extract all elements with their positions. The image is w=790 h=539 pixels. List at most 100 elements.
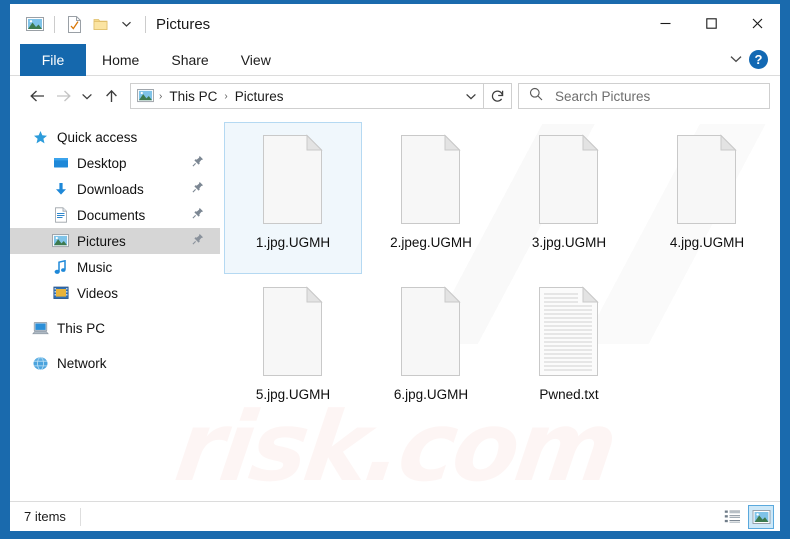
sidebar-item-label: Downloads	[77, 181, 144, 197]
address-bar[interactable]: › This PC › Pictures	[130, 83, 484, 109]
sidebar-item-pictures[interactable]: Pictures	[10, 228, 220, 254]
file-list[interactable]: 1.jpg.UGMH 2.jpeg.UGMH 3.jpg.UGMH 4.jpg.…	[220, 116, 780, 501]
sidebar-item-videos[interactable]: Videos	[10, 280, 220, 306]
downloads-icon	[52, 181, 69, 198]
address-bar-row: › This PC › Pictures Search Pictures	[10, 76, 780, 116]
blank-file-icon	[257, 133, 329, 226]
ribbon-right-controls: ?	[729, 44, 780, 75]
new-folder-icon[interactable]	[87, 11, 113, 37]
sidebar-item-desktop[interactable]: Desktop	[10, 150, 220, 176]
breadcrumb-separator-0: ›	[159, 90, 163, 102]
sidebar-item-this-pc[interactable]: This PC	[10, 315, 220, 341]
documents-icon	[52, 207, 69, 224]
navigation-pane: Quick access Desktop Downloads Documents…	[10, 116, 220, 501]
file-item[interactable]: 5.jpg.UGMH	[224, 274, 362, 426]
tab-share[interactable]: Share	[155, 44, 224, 76]
expand-ribbon-chevron-icon[interactable]	[729, 51, 743, 69]
pin-icon[interactable]	[192, 154, 204, 172]
tab-file[interactable]: File	[20, 44, 86, 76]
text-file-icon	[533, 285, 605, 378]
search-input[interactable]: Search Pictures	[518, 83, 770, 109]
sidebar-item-documents[interactable]: Documents	[10, 202, 220, 228]
window-title: Pictures	[156, 15, 211, 33]
blank-file-icon	[671, 133, 743, 226]
search-placeholder: Search Pictures	[555, 88, 651, 104]
sidebar-item-label: Quick access	[57, 129, 138, 145]
qat-separator-1	[54, 15, 55, 33]
large-icons-view-button[interactable]	[748, 504, 774, 529]
status-separator	[79, 507, 81, 526]
details-view-button[interactable]	[719, 505, 745, 529]
breadcrumb: › This PC › Pictures	[158, 88, 459, 105]
blank-file-icon	[257, 285, 329, 378]
tab-home[interactable]: Home	[86, 44, 155, 76]
blank-file-icon	[395, 285, 467, 378]
this-pc-icon	[32, 320, 49, 337]
star-icon	[32, 129, 49, 146]
sidebar-item-downloads[interactable]: Downloads	[10, 176, 220, 202]
pictures-icon	[52, 233, 69, 250]
file-item[interactable]: 4.jpg.UGMH	[638, 122, 776, 274]
blank-file-icon	[395, 133, 467, 226]
music-icon	[52, 259, 69, 276]
maximize-button[interactable]	[688, 4, 734, 42]
file-item[interactable]: 6.jpg.UGMH	[362, 274, 500, 426]
qat-separator-2	[145, 15, 146, 33]
desktop-icon	[52, 155, 69, 172]
file-name: Pwned.txt	[539, 387, 599, 402]
forward-button[interactable]	[50, 83, 76, 109]
view-mode-buttons	[719, 504, 774, 529]
address-dropdown-chevron-icon[interactable]	[459, 84, 483, 108]
minimize-button[interactable]	[642, 4, 688, 42]
status-bar: 7 items	[10, 501, 780, 531]
file-name: 3.jpg.UGMH	[531, 235, 607, 250]
sidebar-item-label: Network	[57, 355, 107, 371]
file-name: 4.jpg.UGMH	[669, 235, 745, 250]
close-button[interactable]	[734, 4, 780, 42]
breadcrumb-item-pictures[interactable]: Pictures	[231, 88, 288, 105]
file-name: 2.jpeg.UGMH	[390, 235, 472, 250]
up-button[interactable]	[98, 83, 124, 109]
videos-icon	[52, 285, 69, 302]
properties-icon[interactable]	[61, 11, 87, 37]
file-item[interactable]: 1.jpg.UGMH	[224, 122, 362, 274]
ribbon-tabs: File Home Share View ?	[10, 44, 780, 76]
network-icon	[32, 355, 49, 372]
sidebar-item-network[interactable]: Network	[10, 350, 220, 376]
blank-file-icon	[533, 133, 605, 226]
sidebar-item-label: Desktop	[77, 155, 127, 171]
file-name: 1.jpg.UGMH	[255, 235, 331, 250]
pin-icon[interactable]	[192, 206, 204, 224]
address-pictures-icon	[137, 89, 154, 103]
window-content: risk.com Pictures File Home Share View ?…	[10, 4, 780, 531]
sidebar-item-label: Documents	[77, 207, 146, 223]
item-count-label: 7 items	[24, 509, 66, 524]
file-name: 5.jpg.UGMH	[255, 387, 331, 402]
quick-access-toolbar: Pictures	[10, 11, 210, 37]
breadcrumb-item-this-pc[interactable]: This PC	[165, 88, 221, 105]
sidebar-item-label: This PC	[57, 320, 106, 336]
back-button[interactable]	[24, 83, 50, 109]
sidebar-item-label: Pictures	[77, 233, 126, 249]
sidebar-item-quick-access[interactable]: Quick access	[10, 124, 220, 150]
breadcrumb-separator-1[interactable]: ›	[223, 91, 228, 102]
explorer-body: Quick access Desktop Downloads Documents…	[10, 116, 780, 501]
pictures-folder-icon[interactable]	[22, 11, 48, 37]
window-controls	[642, 4, 780, 44]
file-item[interactable]: 2.jpeg.UGMH	[362, 122, 500, 274]
refresh-button[interactable]	[484, 83, 512, 109]
sidebar-item-music[interactable]: Music	[10, 254, 220, 280]
search-icon	[529, 87, 543, 106]
recent-locations-button[interactable]	[76, 83, 98, 109]
title-bar: Pictures	[10, 4, 780, 44]
file-item[interactable]: 3.jpg.UGMH	[500, 122, 638, 274]
pin-icon[interactable]	[192, 232, 204, 250]
file-item[interactable]: Pwned.txt	[500, 274, 638, 426]
help-icon[interactable]: ?	[749, 50, 768, 69]
pin-icon[interactable]	[192, 180, 204, 198]
explorer-window: risk.com Pictures File Home Share View ?…	[0, 0, 790, 539]
customize-chevron-icon[interactable]	[113, 11, 139, 37]
tab-view[interactable]: View	[225, 44, 287, 76]
